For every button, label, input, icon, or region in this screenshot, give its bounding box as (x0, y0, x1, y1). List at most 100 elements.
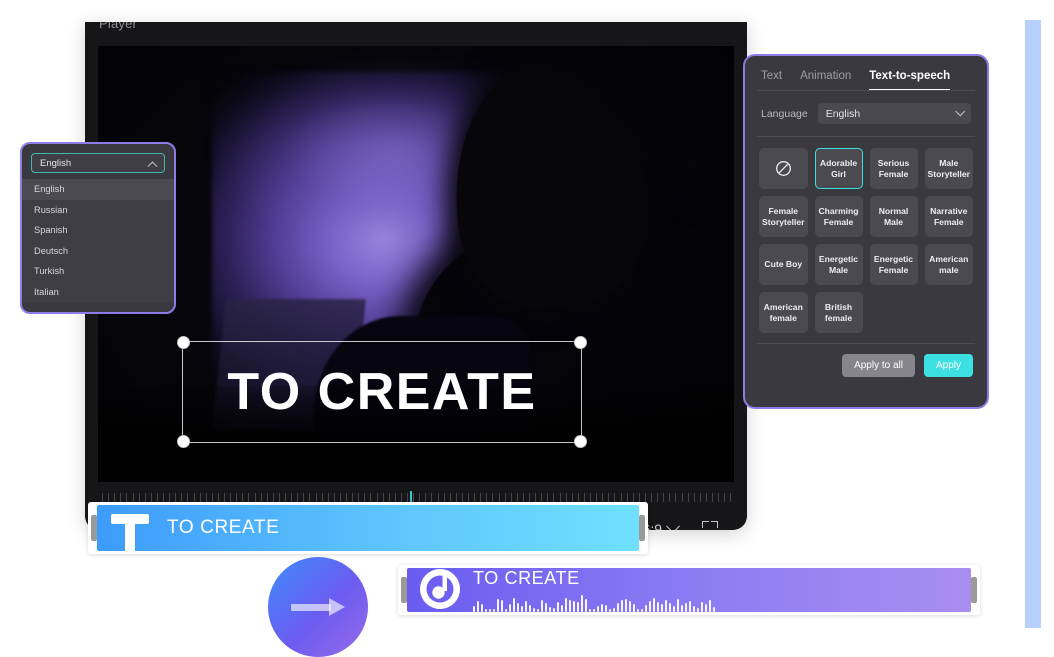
timeline-audio-clip[interactable]: TO CREATE (398, 565, 980, 615)
ruler-tick (193, 493, 195, 502)
ruler-tick (394, 493, 396, 502)
voice-option-energetic-female[interactable]: Energetic Female (869, 244, 918, 285)
arrow-right-icon (291, 598, 345, 616)
waveform-bar (693, 606, 695, 612)
waveform-bar (585, 599, 587, 612)
language-option-italian[interactable]: Italian (22, 282, 174, 303)
language-dropdown-value: English (40, 157, 72, 169)
language-option-deutsch[interactable]: Deutsch (22, 241, 174, 262)
waveform-bar (577, 602, 579, 612)
ruler-tick (651, 493, 652, 502)
transition-badge[interactable] (268, 557, 368, 657)
waveform-bar (501, 600, 503, 612)
waveform-bar (537, 609, 539, 612)
ruler-tick (644, 493, 646, 502)
voice-option-normal-male[interactable]: Normal Male (869, 196, 918, 237)
audio-clip-trim-handle-right[interactable] (971, 577, 977, 603)
ruler-tick (498, 493, 500, 502)
ruler-tick (291, 493, 293, 502)
ruler-tick (718, 493, 720, 502)
ruler-tick (248, 493, 250, 502)
resize-handle-bottom-right[interactable] (574, 435, 587, 448)
voice-option-female-storyteller[interactable]: Female Storyteller (759, 196, 808, 237)
ruler-tick (102, 493, 103, 502)
ruler-tick (468, 493, 469, 502)
waveform-bar (561, 605, 563, 612)
voice-option-adorable-girl[interactable]: Adorable Girl (814, 148, 863, 189)
timeline-text-clip[interactable]: TO CREATE (88, 502, 648, 554)
ruler-tick (602, 493, 604, 502)
apply-button[interactable]: Apply (923, 354, 973, 377)
tts-tab-text[interactable]: Text (761, 70, 782, 90)
waveform-bar (605, 605, 607, 612)
language-dropdown-trigger[interactable]: English (31, 153, 165, 173)
resize-handle-top-right[interactable] (574, 336, 587, 349)
audio-clip-content: TO CREATE (473, 568, 715, 612)
voice-option-label: British female (824, 301, 853, 323)
voice-option-cute-boy[interactable]: Cute Boy (759, 244, 808, 285)
tts-tab-animation[interactable]: Animation (800, 70, 851, 90)
voice-option-label: Adorable Girl (819, 157, 858, 179)
clip-trim-handle-right[interactable] (639, 515, 645, 541)
waveform-bar (505, 609, 507, 612)
waveform-bar (697, 608, 699, 612)
voice-option-male-storyteller[interactable]: Male Storyteller (924, 148, 973, 189)
tts-language-label: Language (761, 107, 808, 120)
ruler-tick (614, 493, 616, 502)
ruler-tick (187, 493, 189, 502)
ruler-tick (449, 493, 451, 502)
ruler-tick (242, 493, 244, 502)
ruler-tick (339, 493, 341, 502)
text-clip-body[interactable]: TO CREATE (97, 505, 639, 551)
fullscreen-icon[interactable] (702, 521, 718, 530)
language-option-turkish[interactable]: Turkish (22, 261, 174, 282)
text-t-icon (107, 508, 153, 551)
ruler-tick (529, 493, 530, 502)
resize-handle-bottom-left[interactable] (177, 435, 190, 448)
voice-option-none[interactable] (759, 148, 808, 189)
waveform-bar (545, 603, 547, 612)
ruler-tick (693, 493, 695, 502)
voice-option-label: Serious Female (877, 157, 910, 179)
language-option-russian[interactable]: Russian (22, 200, 174, 221)
waveform-bar (477, 601, 479, 612)
waveform-bar (633, 604, 635, 612)
ruler-tick (376, 493, 378, 502)
ruler-tick (510, 493, 512, 502)
waveform-bar (609, 609, 611, 612)
voice-option-american-female[interactable]: American female (759, 292, 808, 333)
tts-tab-text-to-speech[interactable]: Text-to-speech (869, 70, 951, 90)
language-option-english[interactable]: English (22, 179, 174, 200)
waveform-bar (517, 603, 519, 612)
apply-to-all-button[interactable]: Apply to all (842, 354, 915, 377)
waveform-bar (669, 603, 671, 612)
ruler-tick (156, 493, 158, 502)
ruler-tick (675, 493, 677, 502)
ruler-tick (150, 493, 152, 502)
ruler-tick (181, 493, 183, 502)
voice-option-british-female[interactable]: British female (814, 292, 863, 333)
waveform-bar (701, 602, 703, 612)
resize-handle-top-left[interactable] (177, 336, 190, 349)
waveform-bar (645, 605, 647, 612)
language-option-spanish[interactable]: Spanish (22, 220, 174, 241)
ruler-tick (333, 493, 335, 502)
ruler-tick (522, 493, 524, 502)
voice-option-narrative-female[interactable]: Narrative Female (924, 196, 973, 237)
waveform-bar (637, 609, 639, 612)
audio-clip-body[interactable]: TO CREATE (407, 568, 971, 612)
voice-option-american-male[interactable]: American male (924, 244, 973, 285)
voice-option-label: Normal Male (878, 205, 909, 227)
voice-option-label: Male Storyteller (927, 157, 971, 179)
tts-language-select[interactable]: English (817, 103, 971, 124)
voice-option-energetic-male[interactable]: Energetic Male (814, 244, 863, 285)
tts-footer: Apply to all Apply (745, 344, 987, 377)
waveform-bar (569, 600, 571, 612)
voice-option-charming-female[interactable]: Charming Female (814, 196, 863, 237)
text-overlay-selection[interactable]: TO CREATE (177, 336, 587, 448)
waveform-bar (589, 609, 591, 612)
voice-option-serious-female[interactable]: Serious Female (869, 148, 918, 189)
audio-clip-label: TO CREATE (473, 568, 580, 588)
ruler-tick (400, 493, 402, 502)
ruler-tick (608, 493, 610, 502)
